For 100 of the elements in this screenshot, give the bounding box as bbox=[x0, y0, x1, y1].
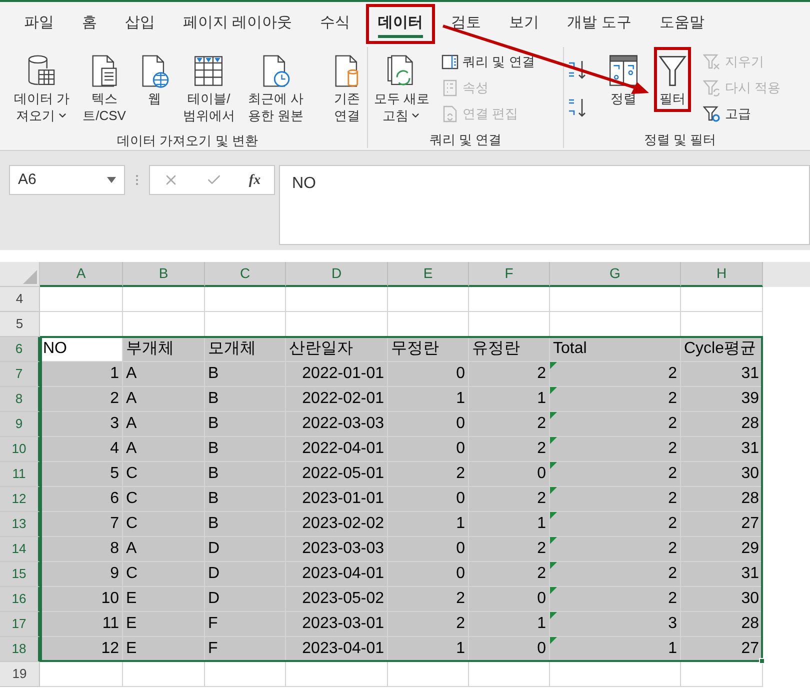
ribbon-small-button[interactable]: 쿼리 및 연결 bbox=[440, 51, 535, 73]
cell-text: C bbox=[126, 564, 138, 584]
reapply-filter-icon bbox=[703, 79, 721, 97]
cell-text: A bbox=[126, 364, 137, 384]
column-header[interactable]: F bbox=[469, 262, 550, 287]
row-header[interactable]: 17 bbox=[0, 612, 40, 637]
ribbon-button[interactable]: 최근에 사 용한 원본 bbox=[244, 47, 307, 129]
cell-text: 5 bbox=[110, 464, 119, 484]
row-header[interactable]: 9 bbox=[0, 412, 40, 437]
ribbon-button[interactable]: 정렬 bbox=[605, 47, 642, 112]
cell-text: 2022-05-01 bbox=[302, 464, 384, 484]
ribbon-tab[interactable]: 보기 bbox=[497, 4, 552, 44]
ribbon-tab[interactable]: 페이지 레이아웃 bbox=[171, 4, 304, 44]
column-header[interactable]: H bbox=[681, 262, 763, 287]
cell-text: 2 bbox=[537, 364, 546, 384]
row-header[interactable]: 6 bbox=[0, 337, 40, 362]
ribbon-button[interactable]: 테이블/ 범위에서 bbox=[180, 47, 238, 129]
cell-text: 29 bbox=[741, 539, 759, 559]
row-header[interactable]: 18 bbox=[0, 637, 40, 662]
cell-text: 6 bbox=[110, 489, 119, 509]
cell-text: 28 bbox=[741, 489, 759, 509]
ribbon-tab[interactable]: 검토 bbox=[439, 4, 494, 44]
cell-text: 0 bbox=[537, 589, 546, 609]
cell-text: 30 bbox=[741, 464, 759, 484]
ribbon-tab[interactable]: 개발 도구 bbox=[555, 4, 644, 44]
group-label: 정렬 및 필터 bbox=[642, 131, 718, 148]
ribbon-button[interactable]: 데이터 가 져오기 bbox=[11, 47, 73, 129]
cell-text: 30 bbox=[741, 589, 759, 609]
ribbon-tab[interactable]: 도움말 bbox=[647, 4, 716, 44]
cell-text: B bbox=[208, 464, 219, 484]
properties-icon bbox=[440, 79, 459, 97]
database-icon bbox=[26, 54, 58, 88]
ribbon-button[interactable]: 모두 새로 고침 bbox=[371, 47, 433, 129]
ribbon-button[interactable]: 기존 연결 bbox=[328, 47, 366, 129]
cell-text: A bbox=[126, 539, 137, 559]
cell-text: 2023-02-02 bbox=[302, 514, 384, 534]
row-header[interactable]: 10 bbox=[0, 437, 40, 462]
ribbon-tab[interactable]: 홈 bbox=[70, 4, 109, 44]
cell-text: 27 bbox=[741, 514, 759, 534]
cell-text: 1 bbox=[537, 389, 546, 409]
ribbon-tab[interactable]: 데이터 bbox=[366, 4, 436, 44]
cell-text: 산란일자 bbox=[289, 339, 353, 359]
cell-text: 3 bbox=[668, 614, 677, 634]
formula-field[interactable]: NO bbox=[279, 165, 810, 245]
column-header[interactable]: D bbox=[286, 262, 388, 287]
row-header[interactable]: 12 bbox=[0, 487, 40, 512]
group-label: 쿼리 및 연결 bbox=[428, 131, 503, 148]
ribbon-button[interactable]: 텍스 트/CSV bbox=[80, 47, 129, 129]
cell-text: C bbox=[126, 489, 138, 509]
ribbon-button[interactable]: 필터 bbox=[654, 47, 691, 112]
cell-text: E bbox=[126, 614, 137, 634]
ribbon-tab[interactable]: 파일 bbox=[12, 4, 66, 44]
row-header[interactable]: 8 bbox=[0, 387, 40, 412]
column-header[interactable]: E bbox=[388, 262, 469, 287]
row-header[interactable]: 7 bbox=[0, 362, 40, 387]
cell-text: A bbox=[126, 414, 137, 434]
cell-text: D bbox=[208, 539, 220, 559]
row-header[interactable]: 5 bbox=[0, 312, 40, 337]
insert-function-button[interactable]: fx bbox=[248, 170, 261, 190]
cell-text: 0 bbox=[456, 364, 465, 384]
ribbon-tab[interactable]: 수식 bbox=[308, 4, 362, 44]
cell-text: 1 bbox=[668, 639, 677, 659]
cell-text: 0 bbox=[537, 639, 546, 659]
cell-text: 9 bbox=[110, 564, 119, 584]
cell-text: B bbox=[208, 439, 219, 459]
cell-text: 11 bbox=[102, 614, 119, 634]
cell-text: 2 bbox=[668, 364, 677, 384]
ribbon-tab[interactable]: 삽입 bbox=[113, 4, 167, 44]
row-header[interactable]: 15 bbox=[0, 562, 40, 587]
cell-text: 27 bbox=[741, 639, 759, 659]
cell-text: 부개체 bbox=[126, 339, 174, 359]
cell-text: 2 bbox=[668, 414, 677, 434]
column-header[interactable]: G bbox=[550, 262, 681, 287]
dropdown-icon bbox=[107, 177, 116, 183]
column-header[interactable]: B bbox=[123, 262, 205, 287]
select-all-icon[interactable] bbox=[23, 270, 37, 284]
cell-text: 2 bbox=[668, 564, 677, 584]
cell-text: C bbox=[126, 464, 138, 484]
row-header[interactable]: 4 bbox=[0, 287, 40, 312]
cell-text: 0 bbox=[456, 539, 465, 559]
cell-text: 2022-03-03 bbox=[302, 414, 384, 434]
cell-text: 31 bbox=[741, 364, 759, 384]
row-header[interactable]: 16 bbox=[0, 587, 40, 612]
row-header[interactable]: 19 bbox=[0, 662, 40, 687]
cell-text: 유정란 bbox=[472, 339, 520, 359]
row-header[interactable]: 11 bbox=[0, 462, 40, 487]
cell-text: 2 bbox=[668, 589, 677, 609]
cell-text: 2 bbox=[537, 489, 546, 509]
cell-text: E bbox=[126, 589, 137, 609]
cell-text: E bbox=[126, 639, 137, 659]
cell-text: B bbox=[208, 489, 219, 509]
name-box[interactable]: A6 bbox=[9, 165, 125, 195]
ribbon-button[interactable]: 웹 bbox=[136, 47, 173, 112]
cell-text: 2 bbox=[668, 389, 677, 409]
cell-text: 12 bbox=[101, 639, 119, 659]
row-header[interactable]: 14 bbox=[0, 537, 40, 562]
column-header[interactable]: A bbox=[40, 262, 123, 287]
ribbon-small-button[interactable]: 고급 bbox=[703, 103, 781, 125]
column-header[interactable]: C bbox=[205, 262, 286, 287]
row-header[interactable]: 13 bbox=[0, 512, 40, 537]
